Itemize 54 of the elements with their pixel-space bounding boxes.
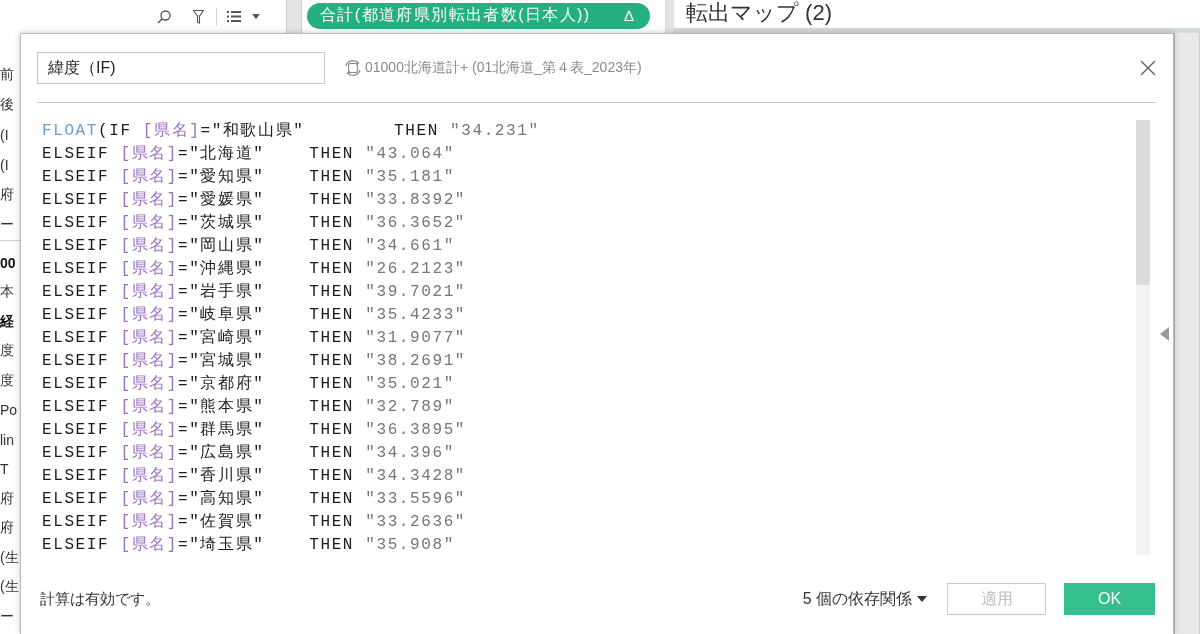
delta-icon: Δ [623,7,634,24]
sync-icon [345,60,361,76]
sidebar-item[interactable]: (I [0,157,9,173]
code-line: ELSEIF [県名]="愛知県" THEN "35.181" [42,167,455,188]
status-text: 計算は有効です。 [40,589,160,609]
sidebar-item[interactable]: Po [0,402,18,419]
sidebar-item[interactable]: 度 [0,371,14,390]
sidebar-item[interactable]: (生 [0,578,19,597]
sidebar-item[interactable]: (生 [0,548,19,567]
code-line: ELSEIF [県名]="宮崎県" THEN "31.9077" [42,327,467,349]
sidebar-item[interactable]: 府 [0,186,14,204]
sheet-title: 転出マップ (2) [686,0,832,26]
scrollbar-thumb[interactable] [1136,120,1150,285]
code-line: ELSEIF [県名]="埼玉県" THEN "35.908" [42,535,455,555]
code-line: ELSEIF [県名]="宮城県" THEN "38.2691" [42,350,467,372]
sidebar-item[interactable]: 00 [0,254,16,271]
sidebar-item[interactable]: 後 [0,96,14,114]
caret-down-icon[interactable] [252,14,260,19]
sidebar-item[interactable]: 府 [0,489,14,508]
caret-down-icon [917,596,927,602]
code-line: ELSEIF [県名]="群馬県" THEN "36.3895" [42,420,467,441]
search-icon[interactable] [157,9,171,24]
sidebar-item[interactable]: (I [0,127,9,143]
code-line: FLOAT(IF [県名]="和歌山県" THEN "34.231" [42,121,540,142]
sidebar-item[interactable]: lin [0,431,14,448]
code-line: ELSEIF [県名]="茨城県" THEN "36.3652" [42,213,467,234]
sidebar-item[interactable]: 前 [0,66,14,84]
code-line: ELSEIF [県名]="佐賀県" THEN "33.2636" [42,512,467,533]
scrollbar-track[interactable] [1136,120,1150,555]
data-source-label: 01000北海道計+ (01北海道_第４表_2023年) [365,59,642,77]
code-line: ELSEIF [県名]="熊本県" THEN "32.789" [42,397,455,418]
code-line: ELSEIF [県名]="京都府" THEN "35.021" [42,373,455,395]
sidebar-item[interactable]: 本 [0,283,14,302]
code-line: ELSEIF [県名]="愛媛県" THEN "33.8392" [42,190,467,211]
sidebar-item[interactable]: 府 [0,519,14,538]
code-line: ELSEIF [県名]="岡山県" THEN "34.661" [42,236,455,257]
sidebar-item[interactable]: 経 [0,312,14,331]
triangle-left-icon[interactable] [1160,327,1169,341]
code-line: ELSEIF [県名]="岩手県" THEN "39.7021" [42,281,467,303]
dependencies-button[interactable]: 5 個の依存関係 [802,588,927,610]
sidebar-item[interactable]: 度 [0,342,14,361]
code-line: ELSEIF [県名]="広島県" THEN "34.396" [42,442,455,464]
funnel-icon[interactable] [193,9,204,24]
code-line: ELSEIF [県名]="北海道" THEN "43.064" [42,144,455,165]
close-icon[interactable] [1140,60,1156,76]
code-line: ELSEIF [県名]="岐阜県" THEN "35.4233" [42,305,467,326]
sidebar-item[interactable]: T [0,461,9,478]
list-icon[interactable] [227,11,241,22]
code-line: ELSEIF [県名]="香川県" THEN "34.3428" [42,466,467,487]
name-field[interactable]: 緯度（IF) [37,52,325,84]
code-line: ELSEIF [県名]="高知県" THEN "33.5596" [42,488,467,510]
sidebar-item[interactable]: ー [0,216,14,234]
sidebar-item[interactable]: ー [0,607,14,626]
code-line: ELSEIF [県名]="沖縄県" THEN "26.2123" [42,259,467,280]
